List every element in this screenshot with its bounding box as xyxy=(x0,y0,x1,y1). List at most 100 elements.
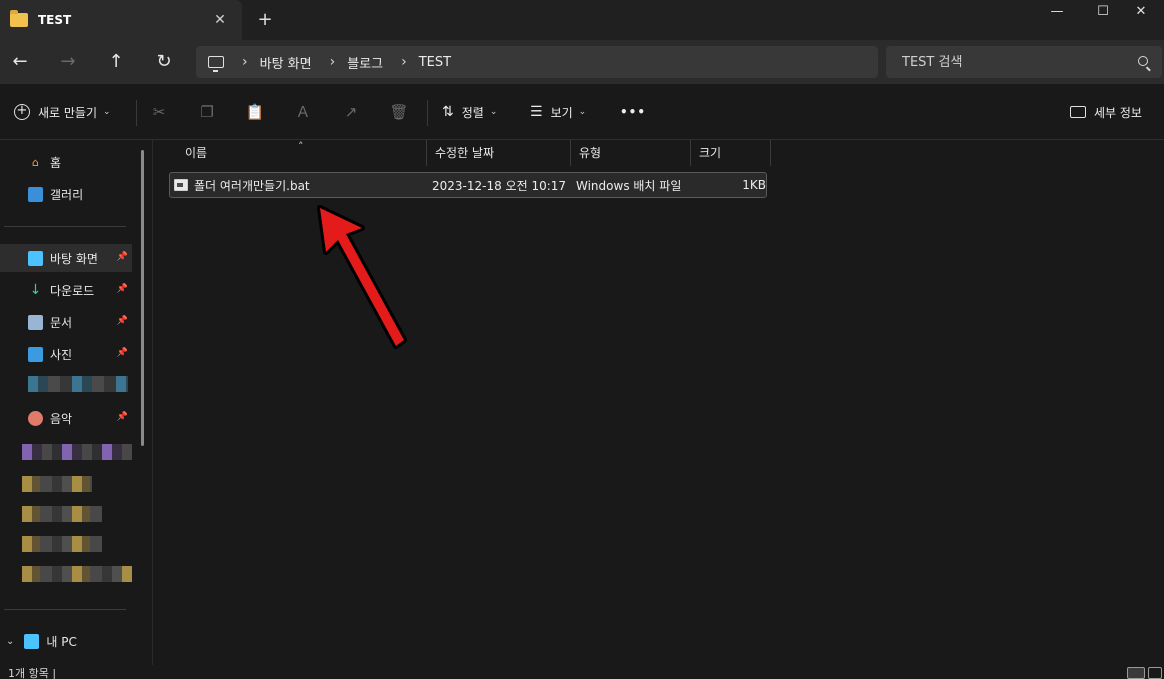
chevron-down-icon[interactable]: ⌄ xyxy=(6,636,14,647)
back-button[interactable]: ← xyxy=(6,48,34,76)
chevron-down-icon: ⌄ xyxy=(578,107,587,117)
sort-icon: ⇅ xyxy=(442,104,454,120)
search-icon[interactable] xyxy=(1138,56,1148,66)
pin-icon[interactable]: 📌 xyxy=(117,252,128,262)
divider xyxy=(427,100,428,126)
pin-icon[interactable]: 📌 xyxy=(117,284,128,294)
column-header-size[interactable]: 크기 xyxy=(691,140,771,166)
share-icon[interactable]: ↗ xyxy=(340,101,362,123)
blurred-item xyxy=(28,376,128,392)
sidebar-item-label: 홈 xyxy=(50,155,62,170)
chevron-right-icon[interactable]: › xyxy=(242,54,248,70)
address-bar[interactable]: › 바탕 화면 › 블로그 › TEST xyxy=(196,46,878,78)
new-button[interactable]: + 새로 만들기 ⌄ xyxy=(14,98,111,126)
annotation-arrow xyxy=(317,205,407,349)
navigation-bar: ← → ↑ ↻ › 바탕 화면 › 블로그 › TEST xyxy=(0,40,1164,84)
view-button[interactable]: ☰ 보기 ⌄ xyxy=(530,98,586,126)
refresh-button[interactable]: ↻ xyxy=(150,48,178,76)
pin-icon[interactable]: 📌 xyxy=(117,348,128,358)
sidebar-item-label: 바탕 화면 xyxy=(50,251,98,266)
breadcrumb-blog[interactable]: 블로그 xyxy=(347,53,383,72)
details-pane-label: 세부 정보 xyxy=(1094,105,1142,120)
file-name: 폴더 여러개만들기.bat xyxy=(194,178,310,193)
sidebar-item-gallery[interactable]: 갤러리 xyxy=(0,180,132,208)
sidebar-item-label: 문서 xyxy=(50,315,73,330)
column-header-row: ˄ 이름 수정한 날짜 유형 크기 xyxy=(153,140,773,166)
sidebar-item-label: 음악 xyxy=(50,411,73,426)
sidebar-item-downloads[interactable]: ↓ 다운로드 📌 xyxy=(0,276,132,304)
picture-icon xyxy=(28,346,43,362)
column-header-type[interactable]: 유형 xyxy=(571,140,691,166)
computer-icon xyxy=(24,633,40,649)
sort-ascending-icon: ˄ xyxy=(298,140,304,153)
copy-icon[interactable]: ❐ xyxy=(196,101,218,123)
divider xyxy=(4,226,126,227)
chevron-right-icon[interactable]: › xyxy=(330,54,336,70)
new-tab-button[interactable]: + xyxy=(254,8,276,32)
close-window-button[interactable]: ✕ xyxy=(1118,0,1164,26)
paste-icon[interactable]: 📋 xyxy=(244,101,266,123)
column-header-label: 수정한 날짜 xyxy=(435,146,495,160)
forward-button[interactable]: → xyxy=(54,48,82,76)
details-pane-button[interactable]: 세부 정보 xyxy=(1070,98,1142,126)
sidebar-item-home[interactable]: ⌂ 홈 xyxy=(0,148,132,176)
file-modified: 2023-12-18 오전 10:17 xyxy=(432,178,567,193)
cut-icon[interactable]: ✂ xyxy=(148,101,170,123)
details-view-icon[interactable] xyxy=(1127,667,1145,679)
tab-close-icon[interactable]: ✕ xyxy=(210,10,230,30)
file-row[interactable]: 폴더 여러개만들기.bat 2023-12-18 오전 10:17 Window… xyxy=(169,172,767,198)
sort-button-label: 정렬 xyxy=(461,105,484,120)
navigation-pane: ⌂ 홈 갤러리 바탕 화면 📌 ↓ 다운로드 📌 문서 📌 사진 📌 음악 📌 xyxy=(0,140,146,665)
search-box[interactable] xyxy=(886,46,1162,78)
up-button[interactable]: ↑ xyxy=(102,48,130,76)
blurred-item xyxy=(22,536,102,552)
chevron-down-icon: ⌄ xyxy=(489,107,498,117)
sidebar-item-documents[interactable]: 문서 📌 xyxy=(0,308,132,336)
download-icon: ↓ xyxy=(29,281,42,298)
sidebar-item-music[interactable]: 음악 📌 xyxy=(0,404,132,432)
batch-file-icon xyxy=(174,179,188,191)
desktop-icon xyxy=(28,250,43,266)
column-header-label: 이름 xyxy=(185,146,208,160)
tab-test[interactable]: TEST ✕ xyxy=(0,0,242,40)
tab-title: TEST xyxy=(38,13,72,27)
details-pane-icon xyxy=(1070,106,1086,118)
breadcrumb-test[interactable]: TEST xyxy=(419,55,451,70)
sort-button[interactable]: ⇅ 정렬 ⌄ xyxy=(442,98,497,126)
blurred-item xyxy=(22,506,102,522)
music-icon xyxy=(28,410,43,426)
breadcrumb-desktop[interactable]: 바탕 화면 xyxy=(260,53,312,72)
sidebar-item-this-pc[interactable]: ⌄ 내 PC xyxy=(0,627,132,655)
minimize-button[interactable]: — xyxy=(1034,0,1080,26)
column-header-name[interactable]: ˄ 이름 xyxy=(153,140,427,166)
sidebar-item-label: 다운로드 xyxy=(50,283,95,298)
rename-icon[interactable]: Ａ xyxy=(292,101,314,123)
column-header-label: 크기 xyxy=(699,146,722,160)
search-input[interactable] xyxy=(902,54,1132,70)
view-icon: ☰ xyxy=(530,104,543,120)
column-header-modified[interactable]: 수정한 날짜 xyxy=(427,140,571,166)
tiles-view-icon[interactable] xyxy=(1148,667,1162,679)
blurred-item xyxy=(22,444,132,460)
status-text: 1개 항목 | xyxy=(8,667,57,679)
sidebar-item-label: 갤러리 xyxy=(50,187,84,202)
gallery-icon xyxy=(28,186,43,202)
plus-icon: + xyxy=(14,104,30,120)
status-bar: 1개 항목 | xyxy=(0,665,1164,679)
sidebar-item-label: 내 PC xyxy=(46,634,77,649)
sidebar-scrollbar[interactable] xyxy=(141,150,144,446)
file-size: 1KB xyxy=(742,178,766,192)
divider xyxy=(4,609,126,610)
sidebar-item-pictures[interactable]: 사진 📌 xyxy=(0,340,132,368)
more-options-button[interactable]: ••• xyxy=(620,98,646,126)
view-button-label: 보기 xyxy=(550,105,573,120)
pin-icon[interactable]: 📌 xyxy=(117,412,128,422)
computer-icon[interactable] xyxy=(208,56,224,72)
file-type: Windows 배치 파일 xyxy=(576,178,682,193)
delete-icon[interactable]: 🗑 xyxy=(388,101,410,123)
divider xyxy=(136,100,137,126)
chevron-right-icon[interactable]: › xyxy=(401,54,407,70)
pin-icon[interactable]: 📌 xyxy=(117,316,128,326)
blurred-item xyxy=(22,476,92,492)
sidebar-item-desktop[interactable]: 바탕 화면 📌 xyxy=(0,244,132,272)
